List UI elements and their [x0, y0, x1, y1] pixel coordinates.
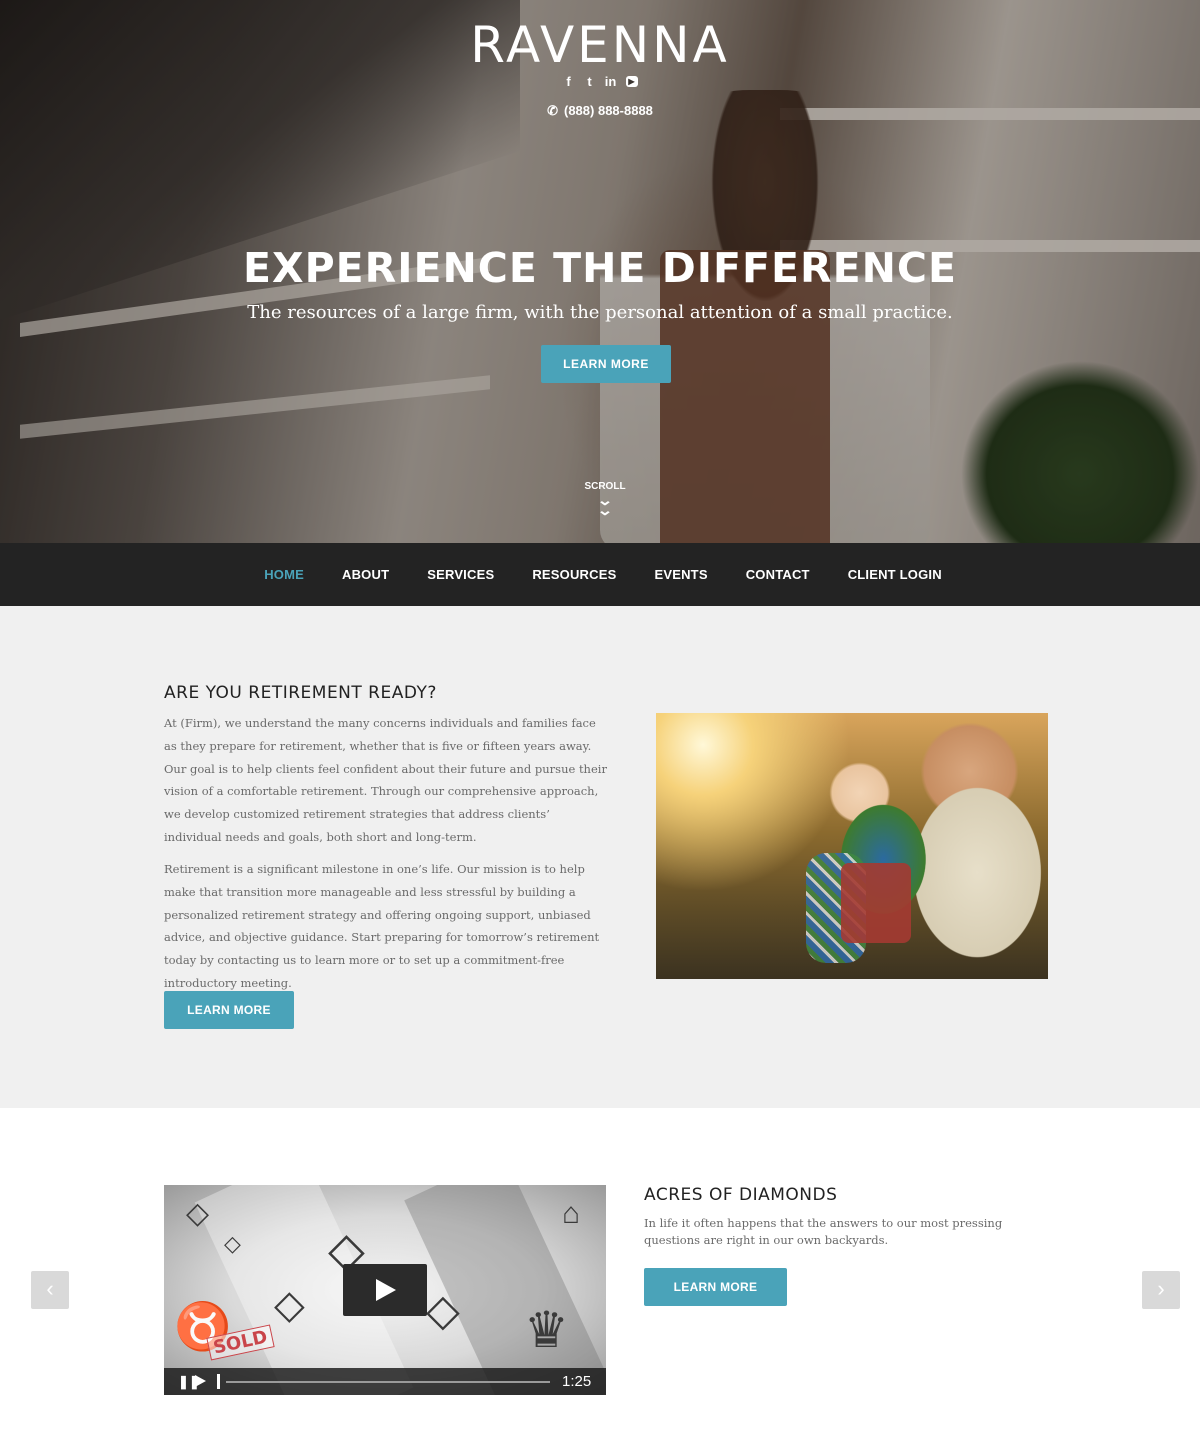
video-duration: 1:25 — [562, 1373, 592, 1390]
nav-item-client-login[interactable]: CLIENT LOGIN — [848, 567, 942, 582]
retirement-paragraph-1: At (Firm), we understand the many concer… — [164, 716, 607, 844]
scroll-indicator[interactable]: SCROLL ⌄ ⌄ — [570, 481, 640, 517]
scroll-label: SCROLL — [584, 481, 626, 492]
retirement-learn-more-button[interactable]: LEARN MORE — [164, 991, 294, 1029]
phone-text: (888) 888-8888 — [564, 103, 653, 118]
retirement-heading: ARE YOU RETIREMENT READY? — [164, 683, 437, 703]
feature-heading: ACRES OF DIAMONDS — [644, 1185, 838, 1205]
main-navigation: HOME ABOUT SERVICES RESOURCES EVENTS CON… — [0, 543, 1200, 606]
retirement-section: ARE YOU RETIREMENT READY? At (Firm), we … — [0, 606, 1200, 1108]
phone-icon: ✆ — [547, 103, 558, 118]
slider-next-button[interactable]: › — [1142, 1271, 1180, 1309]
facebook-icon[interactable]: f — [563, 74, 575, 89]
linkedin-icon[interactable]: in — [605, 74, 617, 89]
diamond-sketch-icon: ◇ — [274, 1283, 305, 1327]
video-controls: ❚❚ 1:25 — [164, 1368, 606, 1395]
twitter-icon[interactable]: t — [584, 74, 596, 89]
double-chevron-down-icon: ⌄ ⌄ — [596, 492, 614, 518]
video-progress-track[interactable] — [226, 1381, 550, 1383]
play-small-icon[interactable] — [195, 1375, 206, 1387]
feature-slider-section: ‹ ◇ ◇ ◇ ◇ ◇ ⌂ ♛ ♉ SOLD ❚❚ 1:25 ACRES OF … — [0, 1108, 1200, 1440]
nav-item-events[interactable]: EVENTS — [654, 567, 707, 582]
video-player[interactable]: ◇ ◇ ◇ ◇ ◇ ⌂ ♛ ♉ SOLD ❚❚ 1:25 — [164, 1185, 606, 1395]
hero-learn-more-button[interactable]: LEARN MORE — [541, 345, 671, 383]
play-icon[interactable] — [343, 1264, 427, 1316]
crown-sketch-icon: ♛ — [524, 1302, 569, 1358]
nav-item-contact[interactable]: CONTACT — [746, 567, 810, 582]
hero-section: RAVENNA f t in ▶ ✆ (888) 888-8888 EXPERIE… — [0, 0, 1200, 543]
phone-number[interactable]: ✆ (888) 888-8888 — [0, 103, 1200, 119]
slider-prev-button[interactable]: ‹ — [31, 1271, 69, 1309]
chevron-left-icon: ‹ — [46, 1276, 54, 1301]
lantern-sketch-icon: ⌂ — [562, 1197, 581, 1230]
hero-subtitle: The resources of a large firm, with the … — [247, 302, 953, 323]
hero-title: EXPERIENCE THE DIFFERENCE — [242, 244, 958, 292]
youtube-icon[interactable]: ▶ — [625, 76, 638, 87]
diamond-sketch-icon: ◇ — [426, 1286, 460, 1335]
feature-learn-more-button[interactable]: LEARN MORE — [644, 1268, 787, 1306]
nav-item-about[interactable]: ABOUT — [342, 567, 389, 582]
chevron-right-icon: › — [1157, 1276, 1165, 1301]
retirement-paragraph-2: Retirement is a significant milestone in… — [164, 862, 600, 990]
diamond-sketch-icon: ◇ — [186, 1197, 210, 1230]
site-logo[interactable]: RAVENNA — [0, 16, 1200, 74]
diamond-sketch-icon: ◇ — [224, 1231, 241, 1256]
feature-description: In life it often happens that the answer… — [644, 1216, 1003, 1247]
photo-detail-apron — [841, 863, 911, 943]
social-links: f t in ▶ — [0, 74, 1200, 89]
nav-item-services[interactable]: SERVICES — [427, 567, 494, 582]
nav-item-resources[interactable]: RESOURCES — [532, 567, 616, 582]
retirement-couple-photo — [656, 713, 1048, 979]
nav-item-home[interactable]: HOME — [264, 567, 304, 582]
volume-slider[interactable] — [217, 1374, 220, 1389]
